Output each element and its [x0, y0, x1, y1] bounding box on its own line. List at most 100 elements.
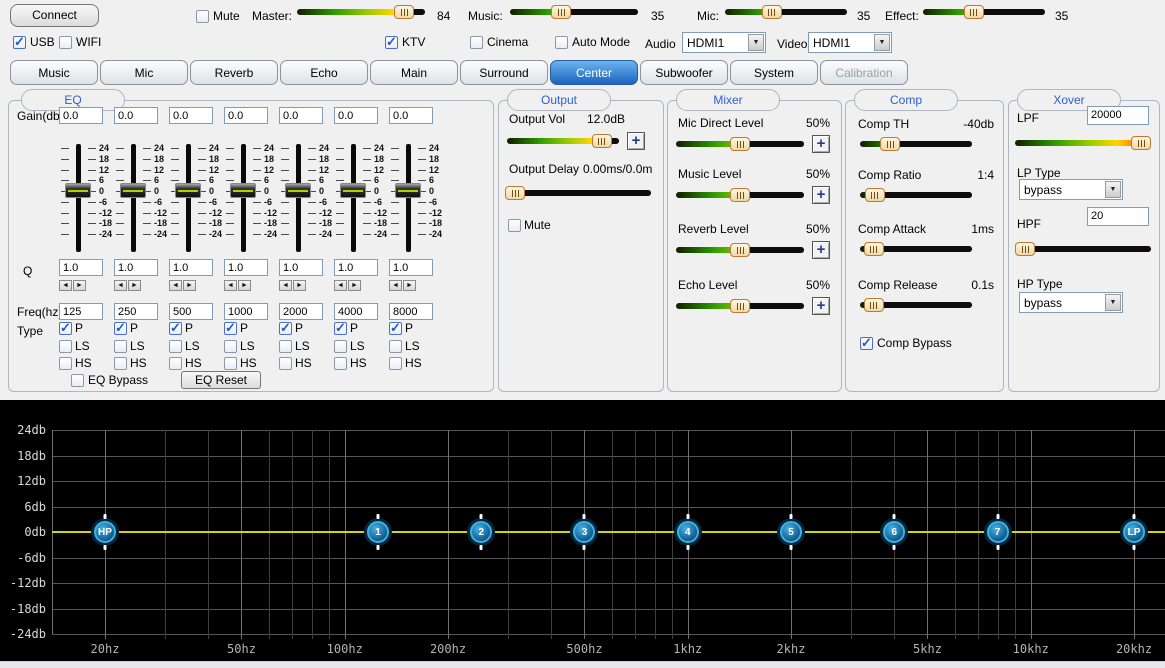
- spinner-left-button[interactable]: ◄: [389, 280, 402, 291]
- eq-band-2-freq-field[interactable]: 250: [114, 303, 158, 320]
- output-vol-plus-button[interactable]: +: [627, 132, 645, 150]
- video-select[interactable]: HDMI1 ▼: [808, 32, 892, 53]
- eq-band-2-q-field[interactable]: 1.0: [114, 259, 158, 276]
- ktv-checkbox[interactable]: [385, 36, 398, 49]
- spinner-right-button[interactable]: ►: [403, 280, 416, 291]
- eq-band-3-type-hs-checkbox[interactable]: [169, 357, 182, 370]
- eq-band-1-type-p-checkbox[interactable]: [59, 322, 72, 335]
- chevron-down-icon[interactable]: ▼: [874, 34, 890, 51]
- eq-reset-button[interactable]: EQ Reset: [181, 371, 261, 389]
- eq-band-6-gain-field[interactable]: 0.0: [334, 107, 378, 124]
- eq-band-4-q-field[interactable]: 1.0: [224, 259, 268, 276]
- slider-thumb[interactable]: [864, 242, 884, 256]
- eq-band-1-q-field[interactable]: 1.0: [59, 259, 103, 276]
- spinner-left-button[interactable]: ◄: [279, 280, 292, 291]
- slider-thumb[interactable]: [964, 5, 984, 19]
- spinner-right-button[interactable]: ►: [128, 280, 141, 291]
- eq-band-3-q-field[interactable]: 1.0: [169, 259, 213, 276]
- slider-thumb[interactable]: [1015, 242, 1035, 256]
- slider-thumb[interactable]: [1131, 136, 1151, 150]
- slider-thumb[interactable]: [394, 5, 414, 19]
- eq-marker-lp[interactable]: LP: [1123, 521, 1145, 543]
- eq-band-2-gain-slider[interactable]: 24181260-6-12-18-24: [110, 141, 162, 259]
- comp-row-slider[interactable]: [860, 137, 972, 151]
- eq-marker-4[interactable]: 4: [677, 521, 699, 543]
- eq-band-5-type-hs-checkbox[interactable]: [279, 357, 292, 370]
- eq-band-3-freq-field[interactable]: 500: [169, 303, 213, 320]
- eq-band-4-type-ls-checkbox[interactable]: [224, 340, 237, 353]
- eq-band-3-gain-slider[interactable]: 24181260-6-12-18-24: [165, 141, 217, 259]
- tab-subwoofer[interactable]: Subwoofer: [640, 60, 728, 85]
- tab-reverb[interactable]: Reverb: [190, 60, 278, 85]
- eq-band-4-type-p-checkbox[interactable]: [224, 322, 237, 335]
- eq-band-2-type-p-checkbox[interactable]: [114, 322, 127, 335]
- eq-band-1-type-hs-checkbox[interactable]: [59, 357, 72, 370]
- eq-band-5-gain-slider[interactable]: 24181260-6-12-18-24: [275, 141, 327, 259]
- tab-center[interactable]: Center: [550, 60, 638, 85]
- eq-band-4-type-hs-checkbox[interactable]: [224, 357, 237, 370]
- eq-band-2-gain-field[interactable]: 0.0: [114, 107, 158, 124]
- slider-thumb[interactable]: [505, 186, 525, 200]
- eq-band-7-q-field[interactable]: 1.0: [389, 259, 433, 276]
- tab-echo[interactable]: Echo: [280, 60, 368, 85]
- spinner-left-button[interactable]: ◄: [334, 280, 347, 291]
- slider-thumb[interactable]: [730, 137, 750, 151]
- eq-band-5-q-field[interactable]: 1.0: [279, 259, 323, 276]
- mic-slider[interactable]: [725, 5, 847, 19]
- eq-band-6-type-hs-checkbox[interactable]: [334, 357, 347, 370]
- connect-button[interactable]: Connect: [10, 4, 99, 27]
- eq-band-7-type-ls-checkbox[interactable]: [389, 340, 402, 353]
- slider-thumb[interactable]: [395, 183, 421, 198]
- eq-marker-5[interactable]: 5: [780, 521, 802, 543]
- eq-band-3-gain-field[interactable]: 0.0: [169, 107, 213, 124]
- eq-band-4-freq-field[interactable]: 1000: [224, 303, 268, 320]
- eq-band-4-gain-field[interactable]: 0.0: [224, 107, 268, 124]
- music-slider[interactable]: [510, 5, 638, 19]
- lp-type-select[interactable]: bypass ▼: [1019, 179, 1123, 200]
- eq-band-1-freq-field[interactable]: 125: [59, 303, 103, 320]
- eq-band-6-freq-field[interactable]: 4000: [334, 303, 378, 320]
- slider-thumb[interactable]: [880, 137, 900, 151]
- mixer-row-plus-button[interactable]: +: [812, 186, 830, 204]
- chevron-down-icon[interactable]: ▼: [1105, 294, 1121, 311]
- eq-marker-3[interactable]: 3: [573, 521, 595, 543]
- output-delay-slider[interactable]: [505, 186, 651, 200]
- auto-mode-checkbox[interactable]: [555, 36, 568, 49]
- eq-band-1-type-ls-checkbox[interactable]: [59, 340, 72, 353]
- output-mute-checkbox[interactable]: [508, 219, 521, 232]
- eq-marker-2[interactable]: 2: [470, 521, 492, 543]
- eq-band-2-type-hs-checkbox[interactable]: [114, 357, 127, 370]
- spinner-right-button[interactable]: ►: [183, 280, 196, 291]
- mixer-row-plus-button[interactable]: +: [812, 297, 830, 315]
- mixer-row-slider[interactable]: [676, 188, 804, 202]
- mixer-row-plus-button[interactable]: +: [812, 135, 830, 153]
- eq-marker-1[interactable]: 1: [367, 521, 389, 543]
- chevron-down-icon[interactable]: ▼: [1105, 181, 1121, 198]
- slider-thumb[interactable]: [340, 183, 366, 198]
- usb-checkbox[interactable]: [13, 36, 26, 49]
- chevron-down-icon[interactable]: ▼: [748, 34, 764, 51]
- master-slider[interactable]: [297, 5, 425, 19]
- eq-band-7-gain-slider[interactable]: 24181260-6-12-18-24: [385, 141, 437, 259]
- eq-band-5-type-p-checkbox[interactable]: [279, 322, 292, 335]
- mixer-row-plus-button[interactable]: +: [812, 241, 830, 259]
- spinner-right-button[interactable]: ►: [73, 280, 86, 291]
- lpf-field[interactable]: 20000: [1087, 106, 1149, 125]
- slider-thumb[interactable]: [730, 188, 750, 202]
- spinner-left-button[interactable]: ◄: [224, 280, 237, 291]
- eq-band-6-type-ls-checkbox[interactable]: [334, 340, 347, 353]
- slider-thumb[interactable]: [730, 299, 750, 313]
- slider-thumb[interactable]: [230, 183, 256, 198]
- tab-mic[interactable]: Mic: [100, 60, 188, 85]
- eq-band-6-gain-slider[interactable]: 24181260-6-12-18-24: [330, 141, 382, 259]
- slider-thumb[interactable]: [762, 5, 782, 19]
- effect-slider[interactable]: [923, 5, 1045, 19]
- tab-music[interactable]: Music: [10, 60, 98, 85]
- slider-thumb[interactable]: [175, 183, 201, 198]
- comp-row-slider[interactable]: [860, 242, 972, 256]
- eq-band-7-type-hs-checkbox[interactable]: [389, 357, 402, 370]
- eq-band-2-type-ls-checkbox[interactable]: [114, 340, 127, 353]
- eq-band-3-type-ls-checkbox[interactable]: [169, 340, 182, 353]
- cinema-checkbox[interactable]: [470, 36, 483, 49]
- slider-thumb[interactable]: [551, 5, 571, 19]
